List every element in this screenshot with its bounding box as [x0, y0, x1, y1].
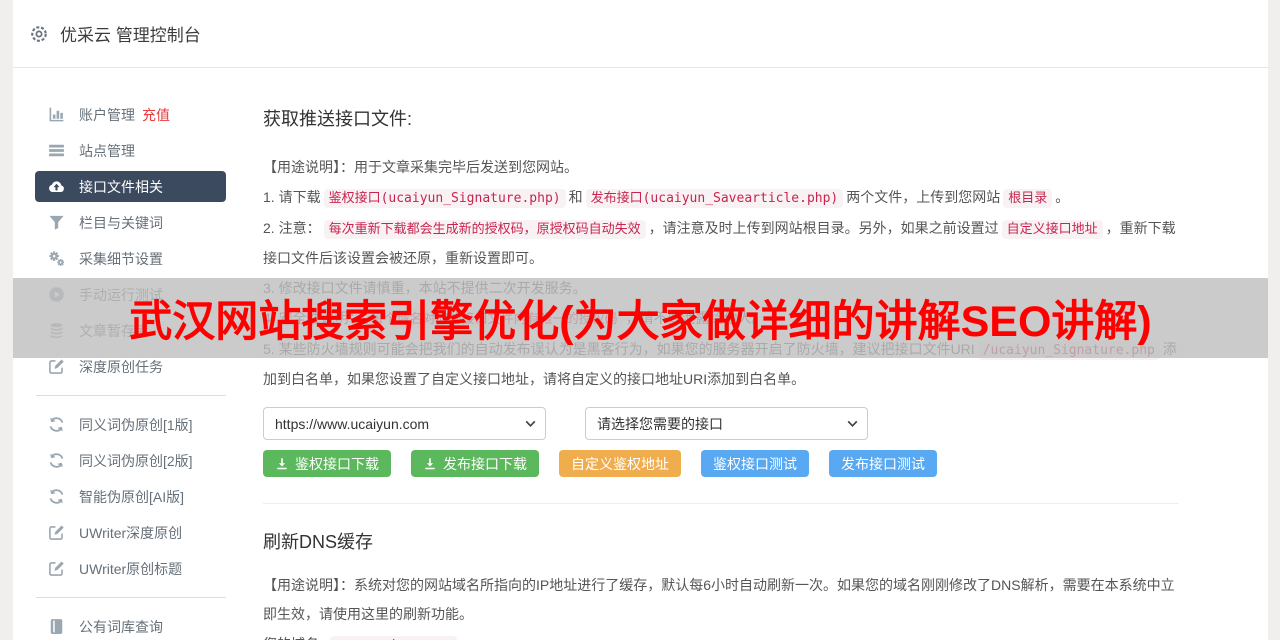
download-icon: [275, 457, 289, 471]
sidebar-item-label: 栏目与关键词: [79, 213, 163, 233]
code-highlight: 自定义接口地址: [1002, 220, 1103, 239]
edit-icon: [48, 524, 65, 541]
sidebar-divider: [36, 395, 226, 396]
sidebar-item-label: 站点管理: [79, 141, 135, 161]
text-segment: ，请注意及时上传到网站根目录。另外，如果之前设置过: [649, 220, 999, 236]
edit-icon: [48, 358, 65, 375]
interface-select[interactable]: 请选择您需要的接口: [585, 407, 868, 440]
sidebar-item[interactable]: 公有词库查询: [35, 611, 226, 640]
recharge-badge[interactable]: 充值: [142, 105, 170, 125]
button-label: 发布接口测试: [841, 454, 925, 474]
gears-icon: [48, 250, 65, 267]
sidebar-item-label: UWriter深度原创: [79, 523, 182, 543]
book-icon: [48, 618, 65, 635]
code-highlight: 根目录: [1003, 189, 1052, 208]
sidebar-item[interactable]: UWriter深度原创: [35, 517, 226, 548]
site-select[interactable]: https://www.ucaiyun.com: [263, 407, 546, 440]
sidebar-item-label: 采集细节设置: [79, 249, 163, 269]
instruction-line-1: 1. 请下载鉴权接口(ucaiyun_Signature.php)和发布接口(u…: [263, 183, 1179, 213]
dns-usage-note: 【用途说明】：系统对您的网站域名所指向的IP地址进行了缓存，默认每6小时自动刷新…: [263, 571, 1179, 629]
sidebar-item[interactable]: 站点管理: [35, 135, 226, 166]
section-divider: [263, 503, 1179, 504]
gear-icon: [29, 24, 49, 44]
edit-icon: [48, 560, 65, 577]
button-label: 鉴权接口测试: [713, 454, 797, 474]
filter-icon: [48, 214, 65, 231]
sidebar-item-label: 智能伪原创[AI版]: [79, 487, 184, 507]
cloud-upload-icon: [48, 178, 65, 195]
download-icon: [423, 457, 437, 471]
interface-buttons: 鉴权接口下载 发布接口下载 自定义鉴权地址 鉴权接口测试 发布接口测试: [263, 450, 1179, 477]
text-segment: 2. 注意：: [263, 220, 321, 236]
sidebar-item-label: 同义词伪原创[2版]: [79, 451, 193, 471]
action-button[interactable]: 发布接口测试: [829, 450, 937, 477]
promo-banner-text: 武汉网站搜索引擎优化(为大家做详细的讲解SEO讲解): [129, 287, 1151, 349]
interface-selects: https://www.ucaiyun.com 请选择您需要的接口: [263, 407, 1179, 440]
refresh-icon: [48, 488, 65, 505]
sidebar-item-label: 账户管理: [79, 105, 135, 125]
sidebar-item[interactable]: UWriter原创标题: [35, 553, 226, 584]
sidebar-item[interactable]: 采集细节设置: [35, 243, 226, 274]
code-highlight: 每次重新下载都会生成新的授权码，原授权码自动失效: [324, 220, 646, 239]
text-segment: 。: [1055, 189, 1069, 205]
sidebar-item[interactable]: 接口文件相关: [35, 171, 226, 202]
app-header: 优采云 管理控制台: [13, 0, 1268, 68]
sidebar-item-label: 深度原创任务: [79, 357, 163, 377]
app-title: 优采云 管理控制台: [60, 21, 201, 46]
action-button[interactable]: 自定义鉴权地址: [559, 450, 681, 477]
button-label: 自定义鉴权地址: [571, 454, 669, 474]
sidebar-divider: [36, 597, 226, 598]
select-wrap: https://www.ucaiyun.com: [263, 407, 546, 440]
text-segment: 1. 请下载: [263, 189, 321, 205]
sidebar-item-label: UWriter原创标题: [79, 559, 182, 579]
sidebar-item[interactable]: 同义词伪原创[1版]: [35, 409, 226, 440]
text-segment: 和: [569, 189, 583, 205]
list-icon: [48, 142, 65, 159]
action-button[interactable]: 鉴权接口测试: [701, 450, 809, 477]
action-button[interactable]: 发布接口下载: [411, 450, 539, 477]
refresh-icon: [48, 452, 65, 469]
sidebar-item-label: 同义词伪原创[1版]: [79, 415, 193, 435]
refresh-icon: [48, 416, 65, 433]
bar-chart-icon: [48, 106, 65, 123]
code-highlight: 鉴权接口(ucaiyun_Signature.php): [324, 189, 566, 208]
action-button[interactable]: 鉴权接口下载: [263, 450, 391, 477]
instruction-line-2: 2. 注意：每次重新下载都会生成新的授权码，原授权码自动失效，请注意及时上传到网…: [263, 214, 1179, 273]
section-title-interface: 获取推送接口文件:: [263, 105, 1179, 131]
sidebar-item-label: 接口文件相关: [79, 177, 163, 197]
button-label: 发布接口下载: [443, 454, 527, 474]
sidebar-item[interactable]: 账户管理充值: [35, 99, 226, 130]
sidebar-item[interactable]: 智能伪原创[AI版]: [35, 481, 226, 512]
select-wrap: 请选择您需要的接口: [585, 407, 868, 440]
section-title-dns: 刷新DNS缓存: [263, 528, 1179, 554]
sidebar-item-label: 公有词库查询: [79, 617, 163, 637]
usage-note: 【用途说明】：用于文章采集完毕后发送到您网站。: [263, 153, 1179, 182]
sidebar-item[interactable]: 栏目与关键词: [35, 207, 226, 238]
code-highlight: 发布接口(ucaiyun_Savearticle.php): [586, 189, 844, 208]
text-segment: 两个文件，上传到您网站: [846, 189, 1000, 205]
text-segment: 您的域名:: [263, 636, 327, 640]
button-label: 鉴权接口下载: [295, 454, 379, 474]
sidebar-item[interactable]: 同义词伪原创[2版]: [35, 445, 226, 476]
code-highlight: www.ucaiyun.com: [330, 636, 457, 640]
domain-line: 您的域名: www.ucaiyun.com: [263, 630, 1179, 640]
promo-banner-overlay: 武汉网站搜索引擎优化(为大家做详细的讲解SEO讲解): [13, 278, 1268, 358]
